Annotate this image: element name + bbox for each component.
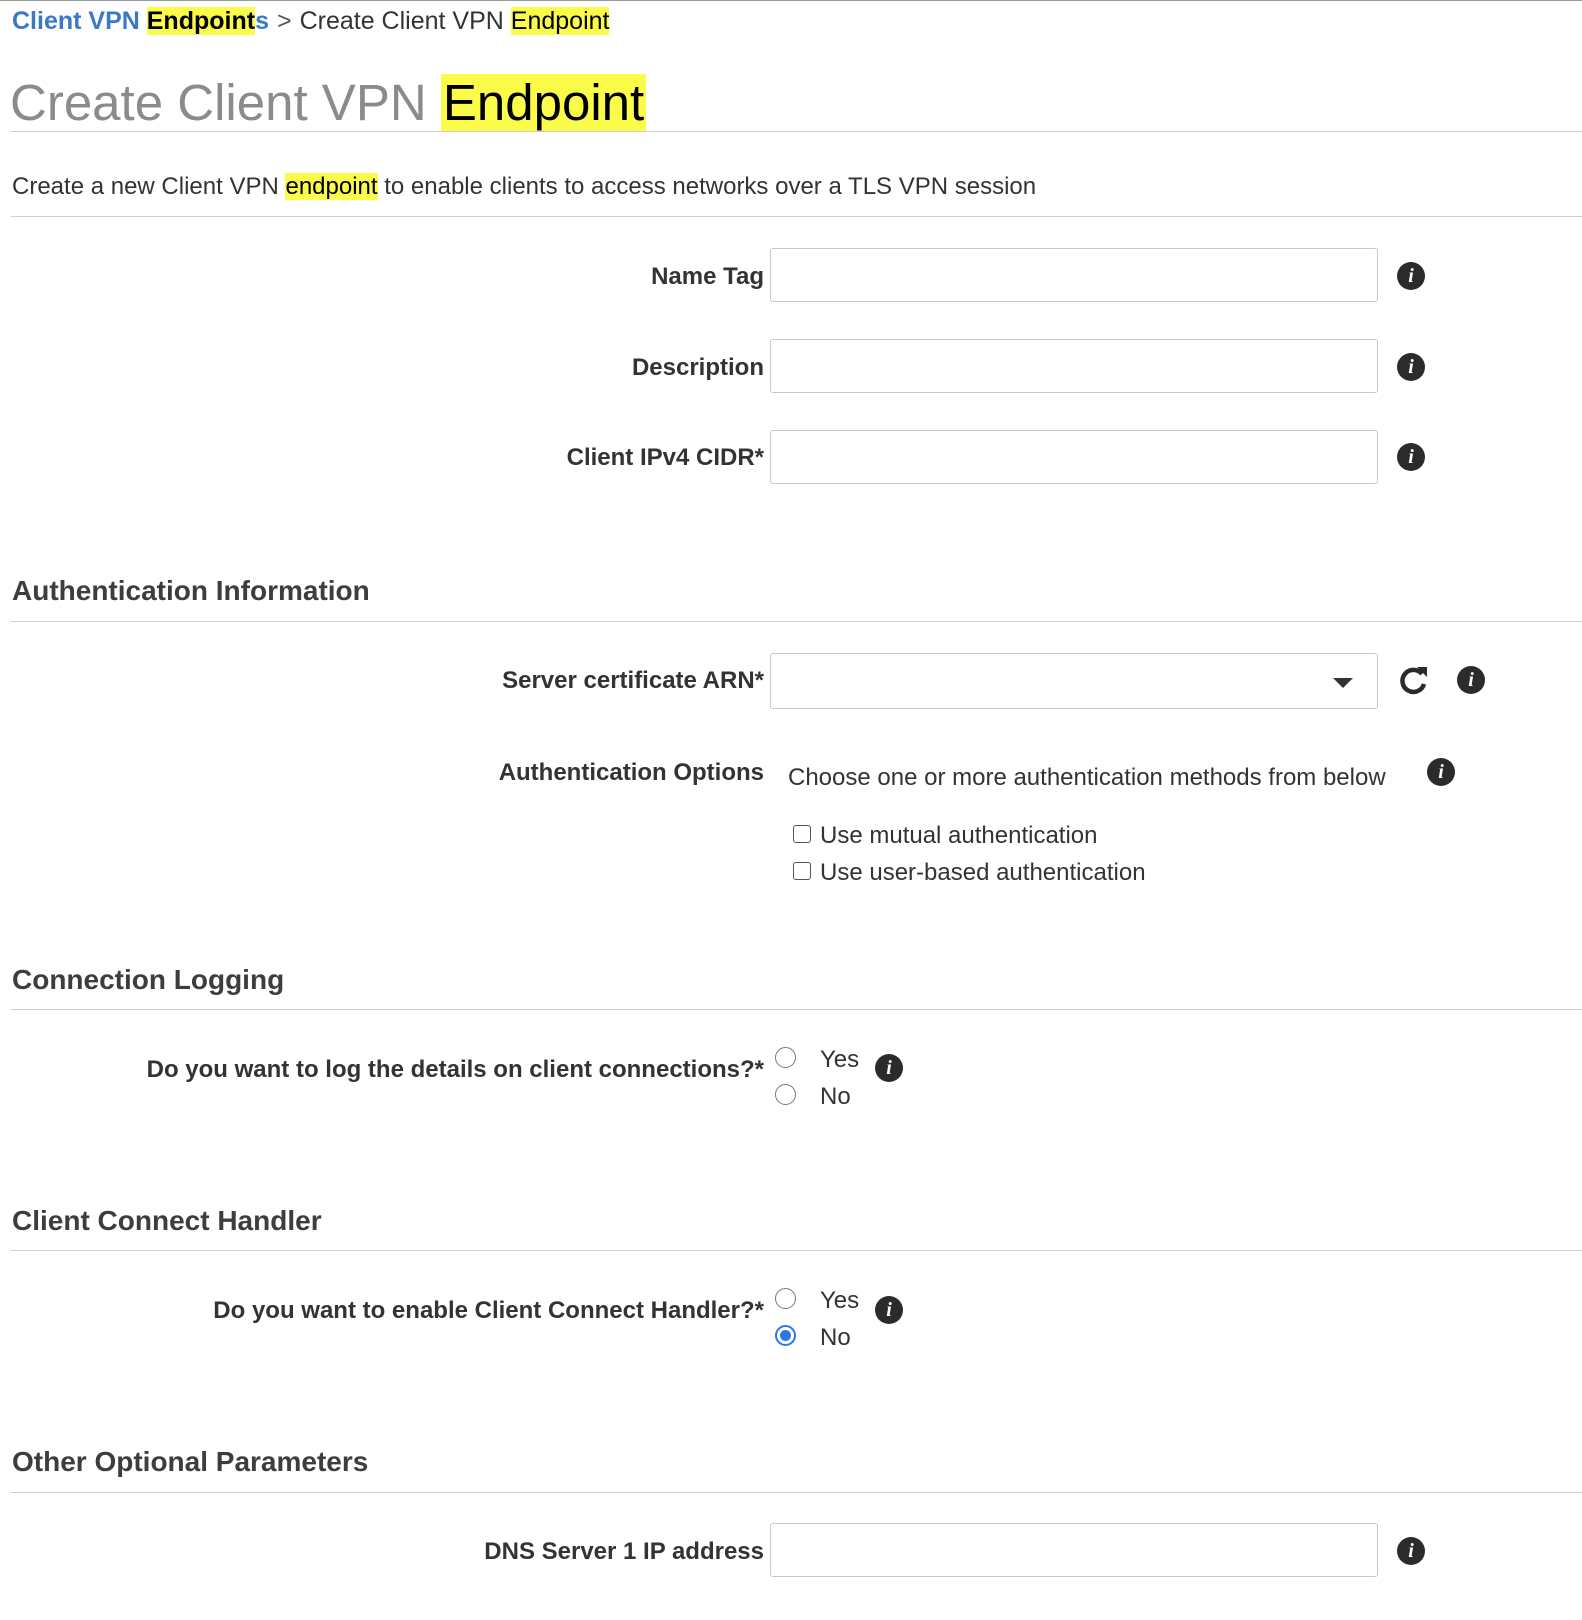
user-auth-label: Use user-based authentication — [820, 859, 1146, 886]
breadcrumb-link-client-vpn-endpoints[interactable]: Client VPN Endpoints — [12, 7, 269, 35]
name-tag-label: Name Tag — [651, 263, 764, 290]
section-divider — [11, 1250, 1582, 1251]
refresh-icon[interactable] — [1396, 664, 1430, 698]
info-icon[interactable]: i — [875, 1296, 903, 1324]
breadcrumb-separator: > — [276, 7, 292, 35]
client-cidr-label: Client IPv4 CIDR* — [566, 444, 764, 471]
subtitle-divider — [11, 216, 1582, 217]
section-divider — [11, 1492, 1582, 1493]
client-cidr-input[interactable] — [770, 430, 1378, 484]
section-divider — [11, 1009, 1582, 1010]
handler-no-radio[interactable] — [775, 1325, 796, 1346]
handler-yes-label: Yes — [820, 1287, 860, 1314]
section-divider — [11, 621, 1582, 622]
dns1-input[interactable] — [770, 1523, 1378, 1577]
info-icon[interactable]: i — [1397, 353, 1425, 381]
section-heading-authentication: Authentication Information — [12, 575, 370, 606]
name-tag-input[interactable] — [770, 248, 1378, 302]
logging-no-label: No — [820, 1083, 851, 1110]
user-auth-checkbox[interactable] — [793, 862, 811, 880]
handler-question-label: Do you want to enable Client Connect Han… — [213, 1297, 764, 1324]
section-heading-optional-parameters: Other Optional Parameters — [12, 1446, 369, 1477]
info-icon[interactable]: i — [1427, 758, 1455, 786]
auth-options-hint: Choose one or more authentication method… — [788, 764, 1386, 791]
info-icon[interactable]: i — [875, 1054, 903, 1082]
top-border — [0, 0, 1582, 1]
handler-no-label: No — [820, 1324, 851, 1351]
auth-options-label: Authentication Options — [498, 759, 764, 786]
section-heading-connection-logging: Connection Logging — [12, 964, 285, 995]
chevron-down-icon — [1333, 678, 1353, 688]
server-cert-label: Server certificate ARN* — [502, 667, 764, 694]
logging-question-label: Do you want to log the details on client… — [146, 1056, 764, 1083]
section-heading-client-connect-handler: Client Connect Handler — [12, 1205, 322, 1236]
info-icon[interactable]: i — [1397, 262, 1425, 290]
logging-yes-label: Yes — [820, 1046, 860, 1073]
page-subtitle: Create a new Client VPN endpoint to enab… — [12, 173, 1037, 200]
mutual-auth-checkbox[interactable] — [793, 825, 811, 843]
breadcrumb-current: Create Client VPN Endpoint — [299, 7, 610, 35]
page-title: Create Client VPN Endpoint — [10, 74, 647, 131]
description-input[interactable] — [770, 339, 1378, 393]
server-cert-select[interactable] — [770, 653, 1378, 709]
breadcrumb: Client VPN Endpoints > Create Client VPN E… — [12, 6, 610, 36]
info-icon[interactable]: i — [1397, 1537, 1425, 1565]
handler-yes-radio[interactable] — [775, 1288, 796, 1309]
title-divider — [11, 131, 1582, 132]
logging-yes-radio[interactable] — [775, 1047, 796, 1068]
mutual-auth-label: Use mutual authentication — [820, 822, 1098, 849]
info-icon[interactable]: i — [1457, 666, 1485, 694]
dns1-label: DNS Server 1 IP address — [484, 1538, 764, 1565]
info-icon[interactable]: i — [1397, 443, 1425, 471]
logging-no-radio[interactable] — [775, 1084, 796, 1105]
description-label: Description — [631, 354, 764, 381]
